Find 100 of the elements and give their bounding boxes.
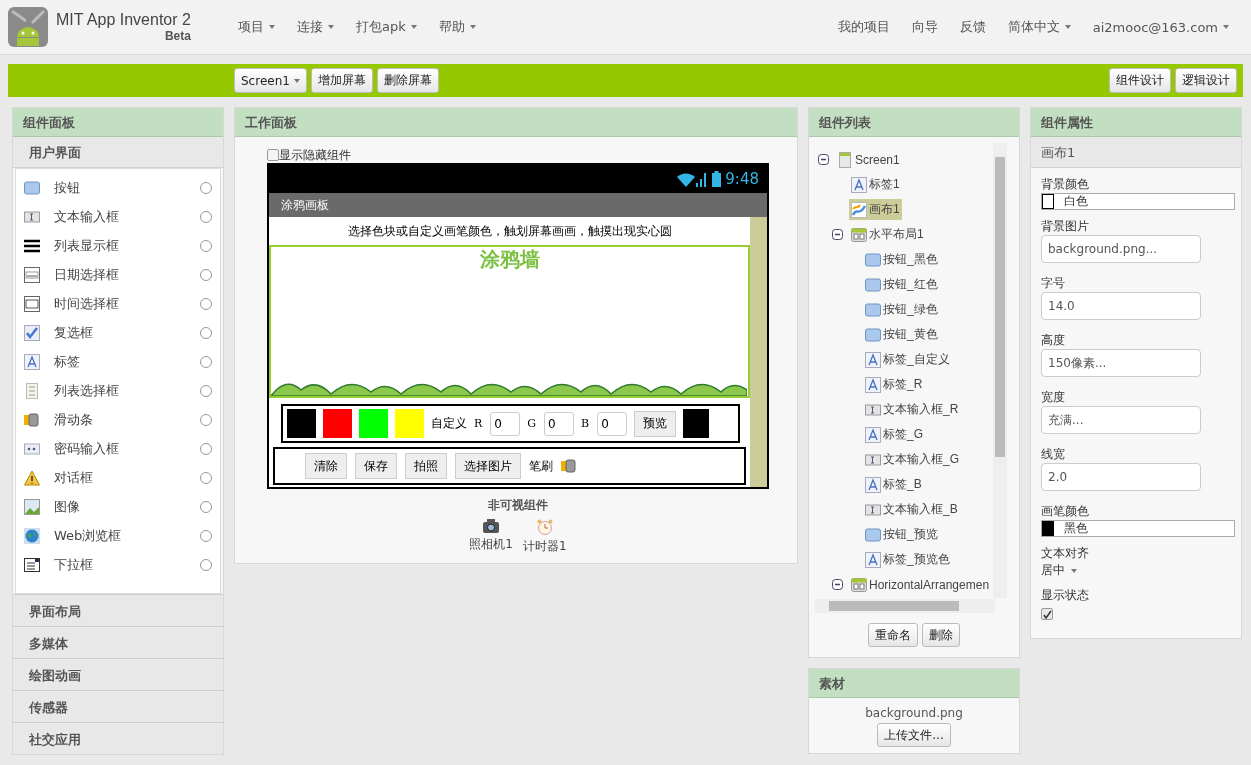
beta-label: Beta xyxy=(164,29,191,43)
tree-item[interactable]: 按钮_黑色 xyxy=(863,249,940,270)
color-picker[interactable]: 黑色 xyxy=(1041,520,1235,537)
menu-item[interactable]: 打包apk xyxy=(356,18,417,36)
tree-item[interactable]: 文本输入框_R xyxy=(863,399,961,420)
palette-item[interactable]: 标签 xyxy=(16,347,220,376)
menu-item[interactable]: 反馈 xyxy=(959,18,986,36)
category-header[interactable]: 界面布局 xyxy=(13,594,223,626)
menu-item[interactable]: 向导 xyxy=(911,18,938,36)
horizontal-scrollbar[interactable] xyxy=(815,599,995,613)
menu-item[interactable]: ai2mooc@163.com xyxy=(1092,19,1229,35)
vertical-scrollbar[interactable] xyxy=(993,143,1007,598)
palette-item[interactable]: 按钮 xyxy=(16,173,220,202)
tree-item[interactable]: 标签_G xyxy=(863,424,925,445)
calendar-icon xyxy=(24,266,40,283)
tree-button[interactable]: 删除 xyxy=(922,623,960,647)
checkbox[interactable] xyxy=(1041,608,1053,620)
color-swatch[interactable] xyxy=(395,409,424,438)
toolbar-button[interactable]: 组件设计 xyxy=(1109,68,1171,93)
caret-icon xyxy=(269,25,275,29)
palette-item[interactable]: 复选框 xyxy=(16,318,220,347)
tree-item[interactable]: 水平布局1 xyxy=(849,224,926,245)
category-header[interactable]: 传感器 xyxy=(13,690,223,722)
tree-item[interactable]: HorizontalArrangemen xyxy=(849,574,992,595)
palette-item[interactable]: 密码输入框 xyxy=(16,434,220,463)
menu-item[interactable]: 我的项目 xyxy=(837,18,890,36)
tree-item[interactable]: 标签_R xyxy=(863,374,925,395)
palette-label: 时间选择框 xyxy=(54,294,120,313)
tree-button[interactable]: 重命名 xyxy=(868,623,918,647)
palette-item[interactable]: 对话框 xyxy=(16,463,220,492)
category-header[interactable]: 多媒体 xyxy=(13,626,223,658)
tree-item[interactable]: 标签_预览色 xyxy=(863,549,952,570)
palette-item[interactable]: 列表显示框 xyxy=(16,231,220,260)
upload-button[interactable]: 上传文件... xyxy=(877,723,951,747)
textbox-icon xyxy=(865,451,881,468)
arrangement-icon xyxy=(851,576,867,593)
screen-dropdown[interactable]: Screen1 xyxy=(234,68,307,93)
action-button[interactable]: 拍照 xyxy=(405,453,447,479)
action-button[interactable]: 保存 xyxy=(355,453,397,479)
color-swatch[interactable] xyxy=(287,409,316,438)
menu-item[interactable]: 项目 xyxy=(238,18,275,36)
collapse-icon[interactable] xyxy=(831,229,843,240)
input-field[interactable]: 0 xyxy=(544,411,575,436)
tree-item[interactable]: 按钮_黄色 xyxy=(863,324,940,345)
list-icon xyxy=(24,237,40,254)
menu-item[interactable]: 简体中文 xyxy=(1007,18,1071,36)
collapse-icon[interactable] xyxy=(831,579,843,590)
toolbar-button[interactable]: 删除屏幕 xyxy=(376,68,439,93)
tree-item[interactable]: 标签_B xyxy=(863,474,924,495)
color-swatch[interactable] xyxy=(323,409,352,438)
input-field[interactable]: 150像素... xyxy=(1041,349,1201,377)
dropdown[interactable]: 居中 xyxy=(1041,562,1231,579)
tree-item[interactable]: 标签1 xyxy=(849,174,902,195)
palette-item[interactable]: 图像 xyxy=(16,492,220,521)
alarm-clock-icon xyxy=(535,518,554,536)
input-field[interactable]: 2.0 xyxy=(1041,463,1201,491)
palette-item[interactable]: 下拉框 xyxy=(16,550,220,579)
input-field[interactable]: background.png... xyxy=(1041,235,1201,263)
category-header[interactable]: 社交应用 xyxy=(13,722,223,754)
checkbox[interactable] xyxy=(267,149,279,161)
channel-label: G xyxy=(527,417,537,430)
input-field[interactable]: 充满... xyxy=(1041,406,1201,434)
palette-item[interactable]: 列表选择框 xyxy=(16,376,220,405)
menu-item[interactable]: 帮助 xyxy=(438,18,476,36)
palette-item[interactable]: 文本输入框 xyxy=(16,202,220,231)
input-field[interactable]: 0 xyxy=(597,411,628,436)
action-button[interactable]: 选择图片 xyxy=(455,453,521,479)
media-file[interactable]: background.png xyxy=(865,706,963,720)
toolbar-button[interactable]: 增加屏幕 xyxy=(310,68,373,93)
color-picker[interactable]: 白色 xyxy=(1041,193,1235,210)
label-icon xyxy=(865,351,881,368)
action-button[interactable]: 清除 xyxy=(305,453,347,479)
input-field[interactable]: 0 xyxy=(490,411,521,436)
preview-button[interactable]: 预览 xyxy=(634,410,677,437)
property-label: 高度 xyxy=(1041,332,1066,349)
toolbar-button[interactable]: 逻辑设计 xyxy=(1175,68,1237,93)
tree-item[interactable]: 按钮_绿色 xyxy=(863,299,940,320)
tree-item[interactable]: 文本输入框_G xyxy=(863,449,961,470)
palette-label: 对话框 xyxy=(54,468,94,487)
custom-label: 自定义 xyxy=(431,415,467,432)
tree-item[interactable]: 画布1 xyxy=(849,199,902,220)
status-time: 9:48 xyxy=(725,170,759,188)
tree-item[interactable]: Screen1 xyxy=(835,149,902,170)
color-swatch[interactable] xyxy=(359,409,388,438)
tree-item[interactable]: 文本输入框_B xyxy=(863,499,960,520)
tree-item[interactable]: 按钮_预览 xyxy=(863,524,940,545)
category-header[interactable]: 绘图动画 xyxy=(13,658,223,690)
tree-item[interactable]: 按钮_红色 xyxy=(863,274,940,295)
checkbox-label: 显示隐藏组件 xyxy=(279,146,351,164)
palette-item[interactable]: 时间选择框 xyxy=(16,289,220,318)
palette-item[interactable]: Web浏览框 xyxy=(16,521,220,550)
input-field[interactable]: 14.0 xyxy=(1041,292,1201,320)
tree-item[interactable]: 标签_自定义 xyxy=(863,349,952,370)
palette-item[interactable]: 滑动条 xyxy=(16,405,220,434)
brush-label: 笔刷 xyxy=(529,457,553,475)
banner-title: 涂鸦墙 xyxy=(478,247,541,271)
collapse-icon[interactable] xyxy=(817,154,829,165)
palette-item[interactable]: 日期选择框 xyxy=(16,260,220,289)
menu-item[interactable]: 连接 xyxy=(297,18,334,36)
category-header[interactable]: 用户界面 xyxy=(13,137,223,168)
